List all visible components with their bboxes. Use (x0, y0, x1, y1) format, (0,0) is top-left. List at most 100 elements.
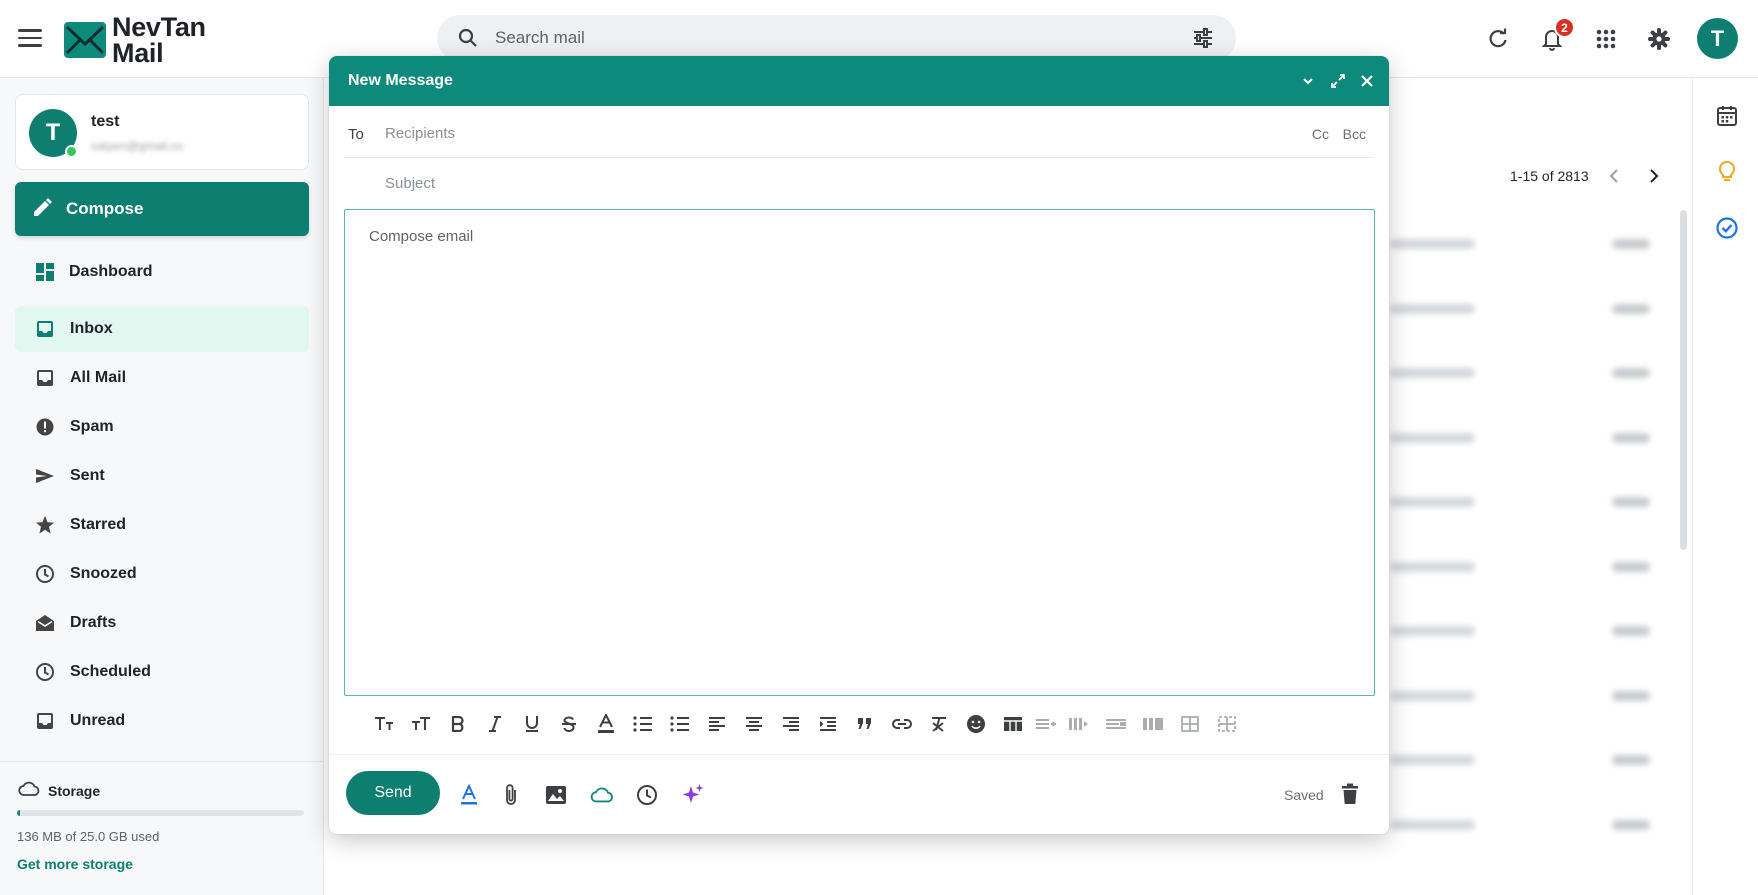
send-button[interactable]: Send (346, 771, 440, 815)
underline-icon[interactable] (520, 712, 544, 736)
apps-grid-icon[interactable] (1591, 24, 1621, 54)
mail-row[interactable] (1390, 816, 1690, 836)
blurred-date (1612, 561, 1650, 572)
sidebar-item-all-mail[interactable]: All Mail (15, 355, 309, 401)
pencil-icon (32, 198, 52, 223)
align-center-icon[interactable] (742, 712, 766, 736)
table-row-delete-icon[interactable] (1104, 712, 1128, 736)
mail-row[interactable] (1390, 300, 1690, 320)
calendar-icon[interactable] (1715, 104, 1739, 128)
search-input[interactable] (495, 25, 1135, 51)
numbered-list-icon[interactable] (631, 712, 655, 736)
to-label: To (348, 126, 364, 143)
mail-row[interactable] (1390, 429, 1690, 449)
bcc-button[interactable]: Bcc (1343, 126, 1366, 142)
mail-row[interactable] (1390, 687, 1690, 707)
storage-panel: Storage 136 MB of 25.0 GB used Get more … (0, 761, 323, 895)
blurred-snippet (1390, 819, 1475, 830)
sidebar-item-dashboard[interactable]: Dashboard (15, 249, 309, 295)
mail-list-scrollbar[interactable] (1680, 210, 1687, 550)
schedule-icon (35, 662, 55, 682)
align-left-icon[interactable] (705, 712, 729, 736)
get-more-storage-link[interactable]: Get more storage (17, 856, 133, 872)
bullet-list-icon[interactable] (668, 712, 692, 736)
insert-photo-icon[interactable] (544, 783, 568, 807)
search-filter-icon[interactable] (1192, 28, 1214, 53)
storage-progress-bar (17, 810, 304, 816)
subject-input[interactable] (385, 171, 1265, 195)
align-right-icon[interactable] (779, 712, 803, 736)
attach-paperclip-icon[interactable] (499, 783, 523, 807)
storage-progress-fill (17, 810, 21, 816)
blurred-snippet (1390, 239, 1475, 249)
table-icon[interactable] (1001, 712, 1025, 736)
cloud-icon (18, 781, 40, 802)
sidebar-item-spam[interactable]: Spam (15, 404, 309, 450)
mail-row[interactable] (1390, 364, 1690, 384)
mail-row[interactable] (1390, 751, 1690, 771)
cc-button[interactable]: Cc (1312, 126, 1329, 142)
ai-sparkle-icon[interactable] (681, 783, 705, 807)
close-icon[interactable] (1358, 72, 1376, 90)
split-cells-icon[interactable] (1215, 712, 1239, 736)
emoji-icon[interactable] (964, 712, 988, 736)
blurred-date (1612, 303, 1650, 314)
sidebar-item-drafts[interactable]: Drafts (15, 600, 309, 646)
quote-icon[interactable] (853, 712, 877, 736)
link-icon[interactable] (890, 712, 914, 736)
sidebar-item-inbox[interactable]: Inbox (15, 306, 309, 352)
discard-trash-icon[interactable] (1341, 783, 1359, 810)
sidebar-item-label: Starred (70, 516, 127, 533)
refresh-icon[interactable] (1483, 24, 1513, 54)
compose-footer: Send Saved (329, 754, 1389, 834)
text-style-icon[interactable] (409, 712, 433, 736)
strikethrough-icon[interactable] (557, 712, 581, 736)
account-card[interactable]: T test satyen@gmail.co (15, 94, 309, 170)
sidebar-item-starred[interactable]: Starred (15, 502, 309, 548)
cloud-drive-icon[interactable] (590, 783, 614, 807)
account-email: satyen@gmail.co (91, 139, 184, 153)
settings-gear-icon[interactable] (1644, 24, 1674, 54)
blurred-snippet (1390, 368, 1475, 378)
search-bar[interactable] (437, 15, 1236, 61)
tasks-check-icon[interactable] (1715, 216, 1739, 240)
mail-row[interactable] (1390, 235, 1690, 255)
mail-row[interactable] (1390, 558, 1690, 578)
merge-cells-icon[interactable] (1178, 712, 1202, 736)
blurred-date (1612, 819, 1650, 830)
schedule-send-clock-icon[interactable] (635, 783, 659, 807)
compose-button[interactable]: Compose (15, 182, 309, 236)
indent-icon[interactable] (816, 712, 840, 736)
sidebar-item-sent[interactable]: Sent (15, 453, 309, 499)
table-row-insert-icon[interactable] (1034, 712, 1058, 736)
minimize-chevron-icon[interactable] (1299, 72, 1317, 90)
sidebar-item-label: Snoozed (70, 565, 137, 582)
formatting-options-icon[interactable] (457, 783, 481, 807)
expand-icon[interactable] (1329, 72, 1347, 90)
table-column-delete-icon[interactable] (1141, 712, 1165, 736)
sidebar-item-unread[interactable]: Unread (15, 698, 309, 744)
text-color-icon[interactable] (594, 712, 618, 736)
compose-dialog: New Message To Cc Bcc (329, 56, 1389, 834)
sidebar-item-scheduled[interactable]: Scheduled (15, 649, 309, 695)
sidebar-item-snoozed[interactable]: Snoozed (15, 551, 309, 597)
blurred-date (1612, 755, 1650, 765)
chevron-right-icon[interactable] (1645, 167, 1663, 185)
recipients-input[interactable] (385, 121, 1265, 145)
unread-icon (35, 711, 55, 731)
main-menu-icon[interactable] (18, 29, 42, 49)
clear-formatting-icon[interactable] (927, 712, 951, 736)
user-avatar[interactable]: T (1697, 18, 1738, 59)
mail-row[interactable] (1390, 622, 1690, 642)
table-column-insert-icon[interactable] (1067, 712, 1091, 736)
lightbulb-icon[interactable] (1715, 160, 1739, 184)
font-size-icon[interactable] (372, 712, 396, 736)
all-mail-icon (35, 368, 55, 388)
bold-icon[interactable] (446, 712, 470, 736)
italic-icon[interactable] (483, 712, 507, 736)
chevron-left-icon[interactable] (1606, 167, 1624, 185)
mail-row[interactable] (1390, 493, 1690, 513)
sidebar-item-label: Inbox (70, 320, 113, 337)
compose-body-textarea[interactable] (369, 228, 1349, 678)
blurred-snippet (1390, 303, 1475, 314)
